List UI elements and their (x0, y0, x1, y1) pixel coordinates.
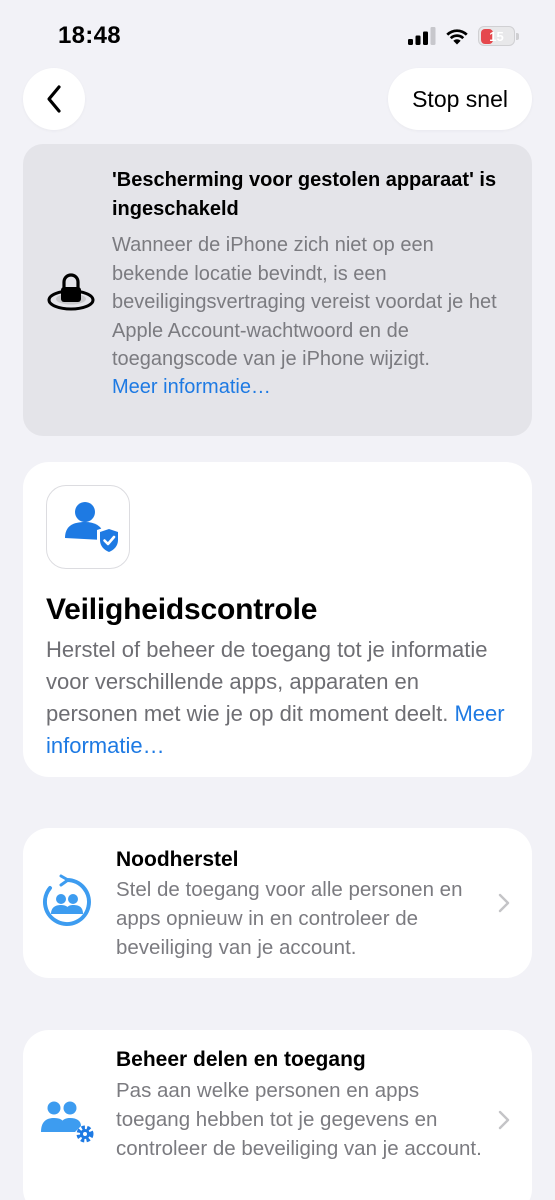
emergency-reset-description: Stel de toegang voor alle personen en ap… (116, 878, 463, 959)
lock-platter-icon (47, 273, 95, 311)
person-shield-check-icon (65, 502, 121, 555)
safety-check-app-icon (46, 485, 130, 569)
people-gear-icon (41, 1101, 94, 1143)
safety-check-description: Herstel of beheer de toegang tot je info… (46, 634, 516, 762)
chevron-right-icon (498, 893, 510, 913)
stolen-device-more-info-link[interactable]: Meer informatie… (112, 373, 271, 401)
emergency-reset-row[interactable]: Noodherstel Stel de toegang voor alle pe… (23, 828, 532, 978)
safety-screen: 18:48 15 Stop snel 'Bescherming voor ges… (0, 0, 555, 1200)
safety-check-card: Veiligheidscontrole Herstel of beheer de… (23, 462, 532, 777)
quick-exit-button[interactable]: Stop snel (388, 68, 532, 130)
cellular-signal-icon (408, 27, 436, 45)
manage-sharing-description: Pas aan welke personen en apps toegang h… (116, 1079, 482, 1160)
battery-level: 15 (489, 28, 504, 44)
chevron-right-icon (498, 1110, 510, 1130)
chevron-left-icon (47, 85, 61, 113)
battery-icon: 15 (478, 26, 519, 46)
status-indicators: 15 (408, 26, 519, 46)
stolen-device-protection-card: 'Bescherming voor gestolen apparaat' is … (23, 144, 532, 436)
people-circle-arrow-icon (42, 874, 91, 926)
manage-sharing-title: Beheer delen en toegang (116, 1048, 366, 1071)
safety-check-text: Herstel of beheer de toegang tot je info… (46, 637, 488, 726)
stolen-device-description: Wanneer de iPhone zich niet op een beken… (112, 234, 497, 371)
safety-check-title: Veiligheidscontrole (46, 593, 318, 626)
emergency-reset-title: Noodherstel (116, 848, 239, 871)
stolen-device-title: 'Bescherming voor gestolen apparaat' is … (112, 169, 497, 220)
status-time: 18:48 (58, 22, 121, 49)
status-bar: 18:48 15 (0, 0, 555, 70)
back-button[interactable] (23, 68, 85, 130)
manage-sharing-row[interactable]: Beheer delen en toegang Pas aan welke pe… (23, 1030, 532, 1200)
wifi-icon (446, 29, 468, 45)
